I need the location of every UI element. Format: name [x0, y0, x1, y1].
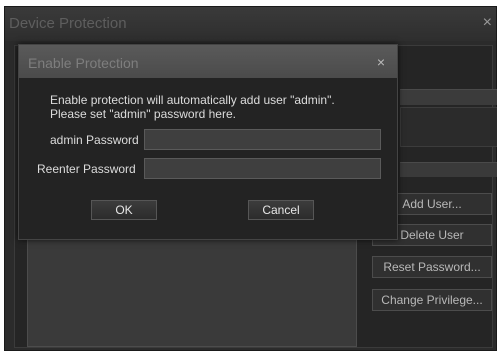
ok-button[interactable]: OK — [91, 200, 157, 220]
window-title: Device Protection — [9, 15, 127, 32]
close-icon[interactable]: × — [377, 54, 385, 70]
window-titlebar[interactable]: Device Protection × — [5, 7, 496, 41]
info-message-line2: Please set "admin" password here. — [50, 107, 236, 121]
admin-password-field[interactable] — [144, 129, 381, 150]
enable-protection-dialog: Enable Protection × Enable protection wi… — [18, 44, 398, 240]
panel-header-strip — [400, 162, 497, 177]
cancel-button[interactable]: Cancel — [248, 200, 314, 220]
panel-box — [400, 107, 497, 147]
panel-header-strip — [400, 89, 497, 105]
dialog-titlebar[interactable]: Enable Protection × — [19, 45, 397, 78]
admin-password-label: admin Password — [50, 133, 139, 147]
close-icon[interactable]: × — [483, 14, 492, 32]
user-list-panel[interactable] — [27, 239, 357, 347]
info-message-line1: Enable protection will automatically add… — [50, 93, 335, 107]
reset-password-button[interactable]: Reset Password... — [372, 256, 492, 278]
reenter-password-label: Reenter Password — [37, 162, 136, 176]
reenter-password-field[interactable] — [144, 158, 381, 179]
dialog-title: Enable Protection — [28, 55, 139, 71]
change-privilege-button[interactable]: Change Privilege... — [372, 289, 492, 311]
